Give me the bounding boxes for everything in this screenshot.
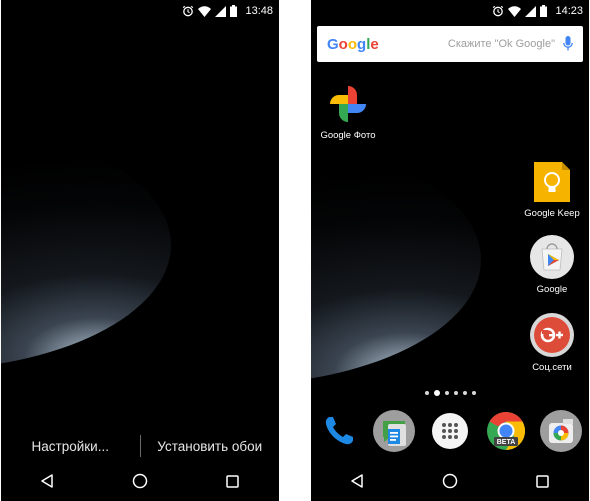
page-dot <box>424 391 429 395</box>
clock: 14:23 <box>555 5 583 17</box>
app-google-photos[interactable]: Google Фото <box>313 82 383 141</box>
google-logo-letter: o <box>347 35 358 53</box>
earth-wallpaper <box>311 135 481 385</box>
chrome-beta-icon: BETA <box>486 411 525 451</box>
app-label: Google Фото <box>320 130 376 141</box>
search-placeholder: Скажите "Ok Google" <box>447 38 555 50</box>
wallpaper-action-bar: Настройки... Установить обои <box>1 428 279 464</box>
pinwheel-icon <box>330 86 366 122</box>
camera-icon <box>540 410 583 452</box>
google-logo-letter: G <box>327 35 339 53</box>
home-button[interactable] <box>430 461 470 501</box>
navigation-bar <box>1 461 279 501</box>
back-icon <box>41 474 54 488</box>
home-icon <box>442 473 458 489</box>
page-dot-active <box>433 390 440 396</box>
app-google-keep[interactable]: Google Keep <box>517 160 587 219</box>
recents-icon <box>536 474 549 488</box>
google-logo: Google <box>327 36 379 53</box>
wifi-icon <box>198 5 212 17</box>
google-search-bar[interactable]: Google Скажите "Ok Google" <box>317 26 583 62</box>
dock-camera[interactable] <box>539 409 583 453</box>
dock-app-drawer[interactable] <box>428 409 472 453</box>
dock-phone[interactable] <box>317 409 361 453</box>
recents-button[interactable] <box>213 461 253 501</box>
dock-messenger[interactable] <box>372 409 416 453</box>
back-button[interactable] <box>337 461 377 501</box>
alarm-icon <box>493 5 504 17</box>
dock: BETA <box>311 408 589 454</box>
wallpaper-preview-screen: 13:48 Настройки... Установить обои <box>1 0 279 501</box>
wifi-icon <box>508 5 522 17</box>
google-logo-letter: g <box>357 35 367 53</box>
google-logo-letter: e <box>370 35 379 53</box>
alarm-icon <box>183 5 194 17</box>
beta-badge: BETA <box>496 439 515 446</box>
back-button[interactable] <box>27 461 67 501</box>
clock: 13:48 <box>245 5 273 17</box>
set-wallpaper-button[interactable]: Установить обои <box>141 439 280 454</box>
messenger-icon <box>373 410 416 452</box>
app-drawer-icon <box>431 413 468 449</box>
battery-icon <box>540 5 548 17</box>
play-store-icon <box>530 235 574 279</box>
signal-icon <box>525 5 537 17</box>
app-social-folder[interactable]: Соц.сети <box>517 312 587 373</box>
app-label: Соц.сети <box>532 362 572 373</box>
page-dot <box>453 391 458 395</box>
navigation-bar <box>311 461 589 501</box>
earth-wallpaper <box>1 120 171 370</box>
home-button[interactable] <box>120 461 160 501</box>
page-dot <box>444 391 449 395</box>
page-dot <box>471 391 476 395</box>
google-logo-letter: o <box>338 35 348 53</box>
battery-icon <box>230 5 238 17</box>
settings-button[interactable]: Настройки... <box>1 439 140 454</box>
app-label: Google Keep <box>524 208 580 219</box>
app-label: Google <box>536 284 568 295</box>
microphone-icon[interactable] <box>563 36 573 52</box>
recents-button[interactable] <box>523 461 563 501</box>
home-screen: 14:23 Google Скажите "Ok Google" Google … <box>311 0 589 501</box>
home-icon <box>132 473 148 489</box>
status-bar: 13:48 <box>1 0 279 22</box>
keep-lightbulb-icon <box>534 162 570 202</box>
app-google-play[interactable]: Google <box>517 234 587 295</box>
page-dot <box>462 391 467 395</box>
recents-icon <box>226 474 239 488</box>
signal-icon <box>215 5 227 17</box>
page-indicator <box>311 390 589 396</box>
phone-icon <box>325 417 353 445</box>
status-bar: 14:23 <box>311 0 589 22</box>
back-icon <box>351 474 364 488</box>
google-plus-icon <box>530 313 574 357</box>
dock-chrome-beta[interactable]: BETA <box>484 409 528 453</box>
